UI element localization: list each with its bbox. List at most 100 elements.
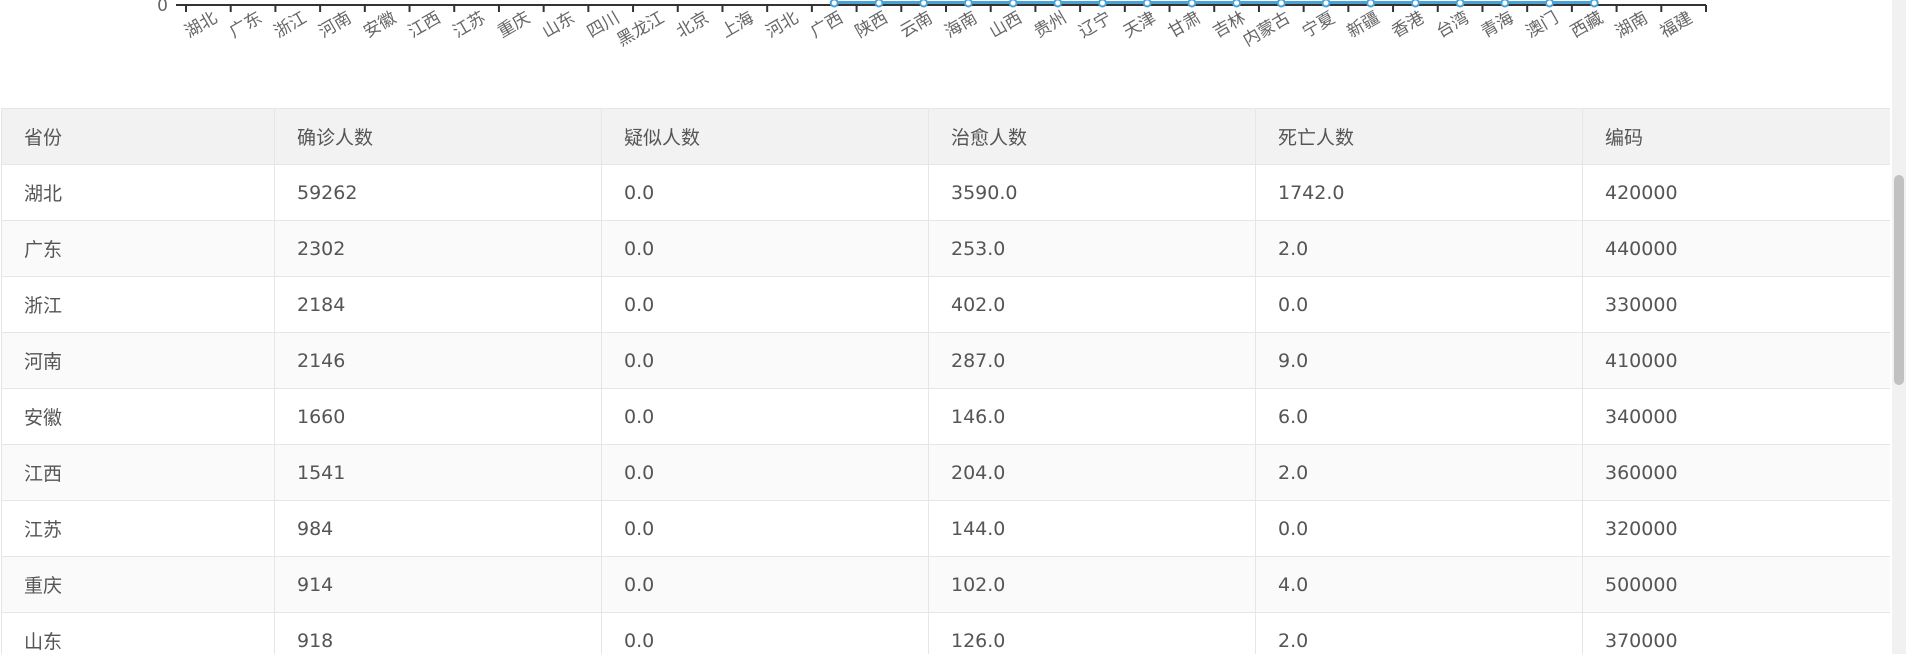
x-axis-tick-label: 山西 xyxy=(986,8,1025,42)
x-axis-tick-label: 辽宁 xyxy=(1076,8,1115,42)
x-axis-tick-label: 湖北 xyxy=(181,8,220,42)
table-cell: 2.0 xyxy=(1255,220,1583,277)
table-cell: 2146 xyxy=(274,332,602,389)
x-axis-tick-label: 上海 xyxy=(718,8,757,42)
column-header: 省份 xyxy=(1,108,275,165)
x-axis-tick-label: 河北 xyxy=(763,8,802,42)
table-cell: 0.0 xyxy=(601,444,929,501)
table-cell: 914 xyxy=(274,556,602,613)
table-cell: 984 xyxy=(274,500,602,557)
chart-svg: 0湖北 广东 浙江 河南 安徽 江西 江苏 重庆 山东 四川黑龙江 北京 上海 河北 广西 陕西 云南 海南 山西… xyxy=(157,0,1707,51)
page-viewport: 0 湖北 广东 浙江 河南 安徽 江西 江苏 重庆 山东 四川 黑龙江 北京 上海 河北 广西 陕西 云南 海南 山西… xyxy=(0,0,1890,654)
table-cell: 3590.0 xyxy=(928,164,1256,221)
data-point xyxy=(1410,0,1420,8)
table-cell: 320000 xyxy=(1582,500,1890,557)
x-axis-tick-label: 重庆 xyxy=(494,8,533,42)
table-cell: 330000 xyxy=(1582,276,1890,333)
table-row: 湖北 59262 0.0 3590.0 1742.0 420000 xyxy=(1,164,1890,221)
x-axis-tick-label: 浙江 xyxy=(271,8,310,42)
table-cell: 287.0 xyxy=(928,332,1256,389)
x-axis-tick-label: 广西 xyxy=(807,8,846,42)
x-axis-tick-label: 宁夏 xyxy=(1299,8,1338,42)
table-cell: 0.0 xyxy=(601,164,929,221)
x-axis-tick-label: 湖南 xyxy=(1612,8,1651,42)
x-axis-tick-label: 台湾 xyxy=(1433,8,1472,42)
column-header: 疑似人数 xyxy=(601,108,929,165)
data-point xyxy=(1500,0,1510,8)
table-cell: 0.0 xyxy=(601,220,929,277)
x-axis-tick-label: 河南 xyxy=(316,8,355,42)
table-cell: 山东 xyxy=(1,612,275,654)
table-cell: 126.0 xyxy=(928,612,1256,654)
table-cell: 广东 xyxy=(1,220,275,277)
table-row: 河南 2146 0.0 287.0 9.0 410000 xyxy=(1,332,1890,389)
table-cell: 江西 xyxy=(1,444,275,501)
vertical-scrollbar[interactable] xyxy=(1892,0,1906,654)
data-point xyxy=(1097,0,1107,8)
column-header: 确诊人数 xyxy=(274,108,602,165)
data-point xyxy=(874,0,884,8)
table-cell: 500000 xyxy=(1582,556,1890,613)
data-point xyxy=(1321,0,1331,8)
table-row: 重庆 914 0.0 102.0 4.0 500000 xyxy=(1,556,1890,613)
province-table: 省份 确诊人数 疑似人数 治愈人数 死亡人数 编码 湖北 59262 0.0 3590.0 174… xyxy=(1,108,1890,654)
table-row: 江苏 984 0.0 144.0 0.0 320000 xyxy=(1,500,1890,557)
table-cell: 204.0 xyxy=(928,444,1256,501)
table-cell: 2.0 xyxy=(1255,612,1583,654)
x-axis-tick-label: 新疆 xyxy=(1344,8,1383,42)
x-axis-tick-label: 广东 xyxy=(226,8,265,42)
table-body: 湖北 59262 0.0 3590.0 1742.0 420000 广东 2302 0.0 253… xyxy=(1,164,1890,654)
table-cell: 0.0 xyxy=(1255,500,1583,557)
table-cell: 0.0 xyxy=(601,556,929,613)
table-cell: 6.0 xyxy=(1255,388,1583,445)
x-axis-tick-label: 澳门 xyxy=(1523,8,1562,42)
table-cell: 2.0 xyxy=(1255,444,1583,501)
table-cell: 0.0 xyxy=(601,388,929,445)
x-axis-tick-label: 山东 xyxy=(539,8,578,42)
x-axis-tick-label: 天津 xyxy=(1120,8,1159,42)
data-point xyxy=(829,0,839,8)
table-cell: 918 xyxy=(274,612,602,654)
table-cell: 4.0 xyxy=(1255,556,1583,613)
table-cell: 144.0 xyxy=(928,500,1256,557)
x-axis-tick-label: 青海 xyxy=(1478,8,1517,42)
table-cell: 146.0 xyxy=(928,388,1256,445)
x-axis-tick-label: 安徽 xyxy=(360,8,399,42)
table-cell: 0.0 xyxy=(1255,276,1583,333)
data-point xyxy=(1455,0,1465,8)
column-header: 死亡人数 xyxy=(1255,108,1583,165)
line-chart: 0 湖北 广东 浙江 河南 安徽 江西 江苏 重庆 山东 四川 黑龙江 北京 上海 河北 广西 陕西 云南 海南 山西… xyxy=(0,0,1890,80)
x-axis-tick-label: 西藏 xyxy=(1567,8,1606,42)
table-cell: 2302 xyxy=(274,220,602,277)
table-cell: 1660 xyxy=(274,388,602,445)
table-cell: 1742.0 xyxy=(1255,164,1583,221)
data-point xyxy=(919,0,929,8)
x-axis-tick-label: 甘肃 xyxy=(1165,8,1204,42)
y-axis-tick-label: 0 xyxy=(157,0,168,16)
x-axis-tick-label: 贵州 xyxy=(1031,8,1070,42)
table-cell: 360000 xyxy=(1582,444,1890,501)
table-cell: 0.0 xyxy=(601,500,929,557)
table-cell: 9.0 xyxy=(1255,332,1583,389)
table-row: 江西 1541 0.0 204.0 2.0 360000 xyxy=(1,444,1890,501)
table-row: 安徽 1660 0.0 146.0 6.0 340000 xyxy=(1,388,1890,445)
table-cell: 253.0 xyxy=(928,220,1256,277)
table-cell: 0.0 xyxy=(601,332,929,389)
x-axis-tick-label: 云南 xyxy=(897,8,936,42)
table-cell: 浙江 xyxy=(1,276,275,333)
table-cell: 340000 xyxy=(1582,388,1890,445)
data-point xyxy=(1366,0,1376,8)
table-cell: 重庆 xyxy=(1,556,275,613)
table-cell: 2184 xyxy=(274,276,602,333)
data-point xyxy=(963,0,973,8)
column-header: 治愈人数 xyxy=(928,108,1256,165)
scrollbar-thumb[interactable] xyxy=(1894,175,1904,385)
table-cell: 402.0 xyxy=(928,276,1256,333)
x-axis-tick-label: 福建 xyxy=(1657,8,1696,42)
table-cell: 河南 xyxy=(1,332,275,389)
data-point xyxy=(1545,0,1555,8)
data-point xyxy=(1276,0,1286,8)
data-point xyxy=(1142,0,1152,8)
column-header: 编码 xyxy=(1582,108,1890,165)
x-axis-tick-label: 北京 xyxy=(673,8,712,42)
